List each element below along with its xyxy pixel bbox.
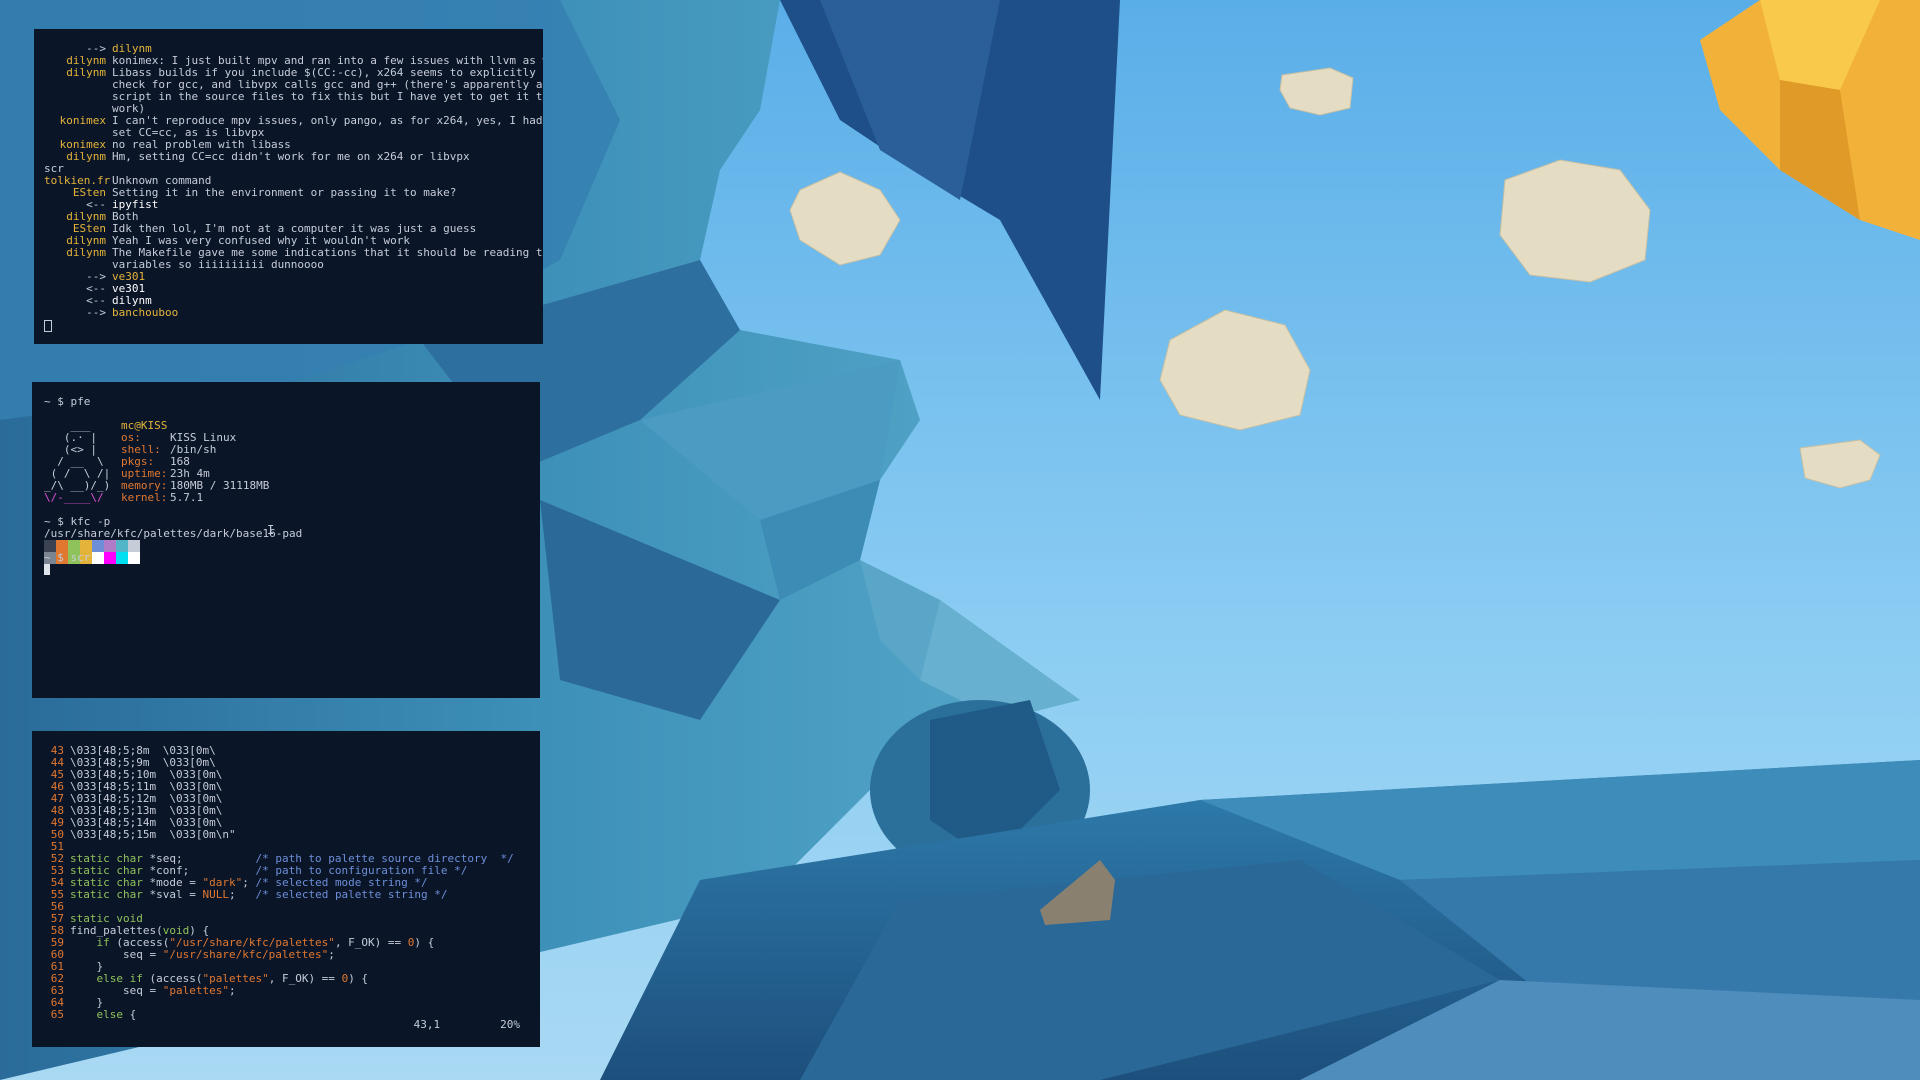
pfetch-row: ___ mc@KISS — [44, 420, 528, 432]
code-token: NULL — [202, 888, 229, 901]
palette-swatch — [92, 552, 104, 564]
code-token: ; — [228, 888, 256, 901]
palette-column — [92, 540, 104, 564]
palette-swatch — [92, 540, 104, 552]
irc-line: --> banchouboo — [44, 307, 533, 319]
irc-nick: dilynm — [66, 246, 106, 259]
irc-message-log: --> dilynm dilynm konimex: I just built mpv… — [44, 43, 543, 319]
code-token: ) { — [348, 972, 369, 985]
palette-swatch — [128, 540, 140, 552]
pfetch-key: kernel: — [121, 491, 168, 504]
irc-message: Hm, setting CC=cc didn't work for me on … — [112, 150, 470, 163]
vim-editor-window[interactable]: 43 \033[48;5;8m \033[0m\ 44 \033[48;5;9m \0… — [32, 731, 540, 1047]
code-line[interactable]: 63 seq = "palettes"; — [44, 985, 528, 997]
irc-message: ve301 — [112, 270, 146, 283]
irc-terminal-window[interactable]: --> dilynm dilynm konimex: I just built mpv… — [34, 29, 543, 344]
vim-status-line: 43,1 20% — [32, 1019, 540, 1031]
palette-column — [128, 540, 140, 564]
irc-nick: dilynm — [66, 66, 106, 79]
irc-message: script in the source files to fix this b… — [112, 90, 543, 103]
code-token: static char — [70, 888, 143, 901]
palette-column — [116, 540, 128, 564]
irc-line: dilynm Hm, setting CC=cc didn't work for … — [44, 151, 533, 163]
vim-buffer[interactable]: 43 \033[48;5;8m \033[0m\ 44 \033[48;5;9m \0… — [44, 745, 528, 1021]
palette-swatch — [104, 540, 116, 552]
code-line[interactable]: 50 \033[48;5;15m \033[0m\n" — [44, 829, 528, 841]
pfetch-output: ___ mc@KISS (.· | os: KISS Linux (<> | sh… — [44, 420, 528, 504]
code-token: \033[48;5;15m \033[0m\n" — [70, 828, 236, 841]
irc-input-line[interactable] — [44, 319, 533, 332]
code-text: \033[48;5;15m \033[0m\n" — [70, 829, 236, 841]
code-token: , F_OK) == — [334, 936, 408, 949]
code-token: /* selected palette string */ — [255, 888, 448, 901]
cursor-position: 43,1 — [413, 1018, 441, 1031]
palette-swatch — [116, 540, 128, 552]
palette-swatch — [104, 552, 116, 564]
text-cursor-icon: I — [267, 523, 275, 537]
irc-message: ve301 — [112, 282, 146, 295]
irc-message: variables so iiiiiiiiii dunnoooo — [112, 258, 324, 271]
irc-nick — [44, 79, 106, 91]
code-line[interactable]: 60 seq = "/usr/share/kfc/palettes"; — [44, 949, 528, 961]
pfetch-row: (<> | shell:/bin/sh — [44, 444, 528, 456]
code-token: "/usr/share/kfc/palettes" — [162, 948, 329, 961]
code-text: static char *sval = NULL; /* selected pa… — [70, 889, 448, 901]
irc-nick: konimex — [59, 114, 106, 127]
input-cursor — [44, 320, 52, 332]
irc-message: ipyfist — [112, 198, 159, 211]
palette-swatch — [128, 552, 140, 564]
shell-prompt-pfetch: ~ $ pfe — [44, 395, 91, 408]
pfetch-value: 5.7.1 — [170, 491, 204, 504]
irc-nick — [44, 91, 106, 103]
irc-message: Setting it in the environment or passing… — [112, 186, 457, 199]
shell-input-line[interactable] — [44, 564, 528, 576]
pfetch-row: (.· | os: KISS Linux — [44, 432, 528, 444]
palette-swatch — [116, 552, 128, 564]
code-token: ; — [228, 984, 236, 997]
palette-path: /usr/share/kfc/palettes/dark/base16-pad — [44, 527, 303, 540]
code-token: ; — [328, 948, 335, 961]
shell-terminal-window[interactable]: ~ $ pfe ___ mc@KISS (.· | os: KISS Linux … — [32, 382, 540, 698]
code-text: seq = "/usr/share/kfc/palettes"; — [70, 949, 335, 961]
code-token: , F_OK) == — [268, 972, 342, 985]
pfetch-row: \/-____\/ kernel: 5.7.1 — [44, 492, 528, 504]
irc-message: banchouboo — [112, 306, 179, 319]
code-line[interactable]: 55 static char *sval = NULL; /* selected … — [44, 889, 528, 901]
irc-nick: --> — [86, 306, 106, 319]
code-token: *sval = — [142, 888, 203, 901]
scroll-percent: 20% — [500, 1018, 520, 1031]
palette-column — [104, 540, 116, 564]
code-token: ) { — [414, 936, 435, 949]
code-token: "palettes" — [162, 984, 229, 997]
block-cursor — [44, 564, 50, 575]
pfetch-ascii-art: \/-____\/ — [44, 491, 117, 504]
